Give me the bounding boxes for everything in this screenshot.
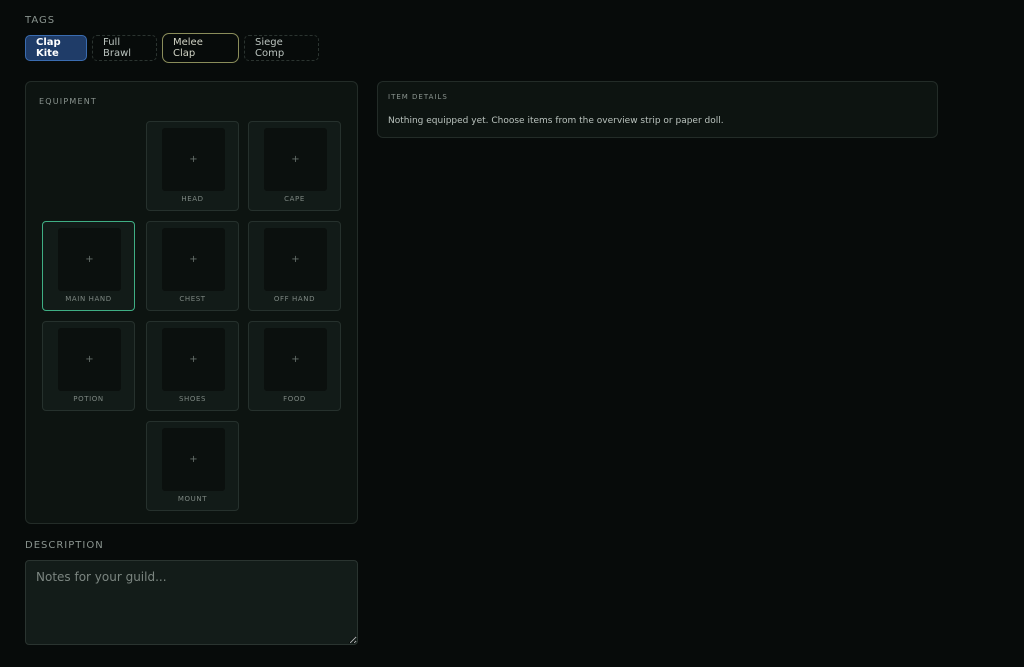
add-icon: + xyxy=(58,328,121,391)
add-icon: + xyxy=(58,228,121,291)
slot-label: CHEST xyxy=(179,295,206,303)
tags-label: TAGS xyxy=(25,15,56,26)
item-details-message: Nothing equipped yet. Choose items from … xyxy=(388,116,724,126)
equipment-title: EQUIPMENT xyxy=(39,97,98,106)
slot-shoes[interactable]: + SHOES xyxy=(146,321,239,411)
tag-siege-comp[interactable]: Siege Comp xyxy=(244,35,319,61)
add-icon: + xyxy=(162,428,225,491)
slot-cape[interactable]: + CAPE xyxy=(248,121,341,211)
tags-row: Clap Kite Full Brawl Melee Clap Siege Co… xyxy=(25,33,319,63)
slot-chest[interactable]: + CHEST xyxy=(146,221,239,311)
add-icon: + xyxy=(264,228,327,291)
slot-mount[interactable]: + MOUNT xyxy=(146,421,239,511)
add-icon: + xyxy=(162,128,225,191)
slot-label: MAIN HAND xyxy=(65,295,112,303)
description-input[interactable] xyxy=(25,560,358,645)
add-icon: + xyxy=(162,328,225,391)
item-details-panel: ITEM DETAILS Nothing equipped yet. Choos… xyxy=(377,81,938,138)
slot-main-hand[interactable]: + MAIN HAND xyxy=(42,221,135,311)
tag-full-brawl[interactable]: Full Brawl xyxy=(92,35,157,61)
equipment-panel: EQUIPMENT + HEAD + CAPE + MAIN HAND + CH… xyxy=(25,81,358,524)
slot-off-hand[interactable]: + OFF HAND xyxy=(248,221,341,311)
slot-label: OFF HAND xyxy=(273,295,316,303)
add-icon: + xyxy=(162,228,225,291)
add-icon: + xyxy=(264,128,327,191)
add-icon: + xyxy=(264,328,327,391)
description-label: DESCRIPTION xyxy=(25,540,104,551)
slot-label: CAPE xyxy=(284,195,305,203)
slot-head[interactable]: + HEAD xyxy=(146,121,239,211)
slot-food[interactable]: + FOOD xyxy=(248,321,341,411)
slot-label: MOUNT xyxy=(177,495,208,503)
slot-label: POTION xyxy=(73,395,104,403)
tag-clap-kite[interactable]: Clap Kite xyxy=(25,35,87,61)
slot-label: SHOES xyxy=(178,395,207,403)
tag-melee-clap[interactable]: Melee Clap xyxy=(162,33,239,63)
slot-potion[interactable]: + POTION xyxy=(42,321,135,411)
slot-label: FOOD xyxy=(283,395,306,403)
item-details-title: ITEM DETAILS xyxy=(388,93,448,101)
slot-label: HEAD xyxy=(181,195,204,203)
